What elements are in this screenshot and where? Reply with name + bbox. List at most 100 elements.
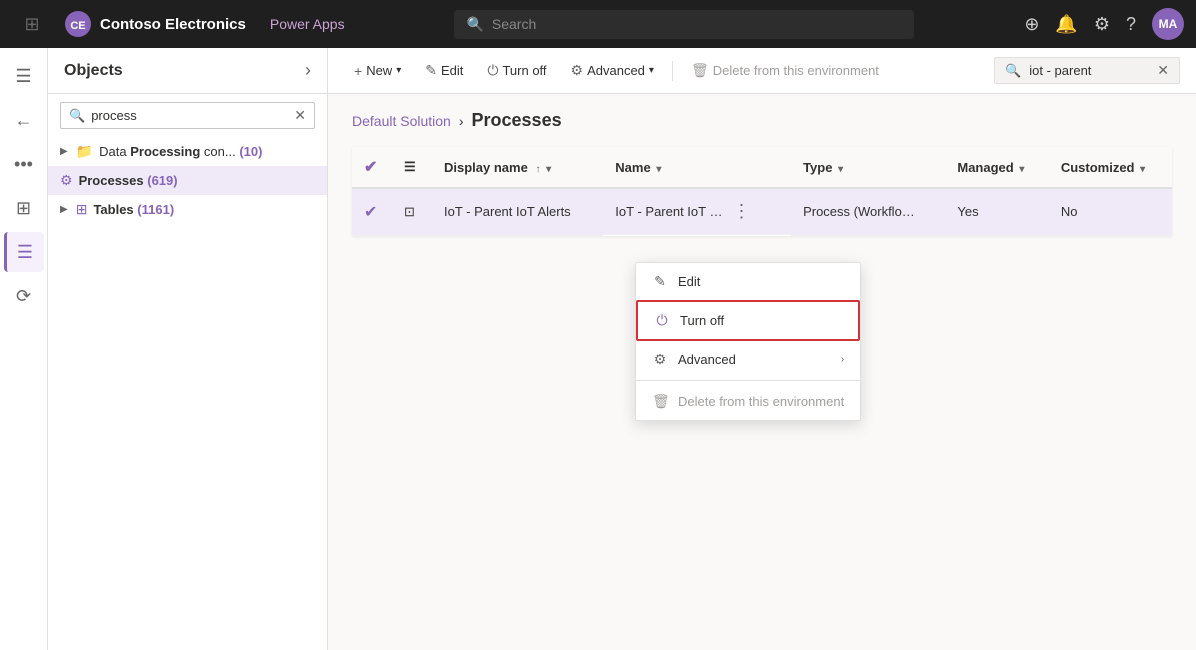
ctx-power-icon: ⏻ [654,312,670,329]
avatar[interactable]: MA [1152,8,1184,40]
dots-icon[interactable]: ••• [4,144,44,184]
environments-icon[interactable]: ⊕ [1024,14,1039,35]
new-dropdown-arrow: ▾ [396,65,401,76]
breadcrumb-separator: › [459,113,464,129]
tree-item-processes[interactable]: ⚙ Processes (619) [48,166,327,195]
global-search[interactable]: 🔍 [454,10,914,39]
new-button[interactable]: + New ▾ [344,57,411,85]
list-icon[interactable]: ☰ [4,232,44,272]
display-name-value: IoT - Parent IoT Alerts [444,204,571,219]
managed-label: Managed [957,160,1013,175]
search-box-icon: 🔍 [69,108,85,124]
table-icon: ⊞ [76,201,88,218]
turnoff-button[interactable]: ⏻ Turn off [477,56,556,85]
ctx-advanced-icon: ⚙ [652,351,668,368]
search-clear-button[interactable]: ✕ [294,107,306,124]
cmd-search-right[interactable]: 🔍 ✕ [994,57,1180,84]
row-type-icon: ⊡ [392,188,432,235]
table-header-row: ✔ ☰ Display name ↑ ▾ Name ▾ [352,147,1172,188]
power-icon: ⏻ [487,62,498,79]
logo: CE Contoso Electronics [64,10,246,38]
ctx-delete-icon: 🗑 [652,393,668,410]
advanced-icon: ⚙ [571,62,584,79]
data-table: ✔ ☰ Display name ↑ ▾ Name ▾ [352,147,1172,236]
ctx-item-advanced[interactable]: ⚙ Advanced › [636,341,860,378]
process-row-icon: ⊡ [404,204,415,219]
delete-button[interactable]: 🗑 Delete from this environment [681,56,889,85]
edit-button[interactable]: ✎ Edit [415,56,473,85]
page-icon[interactable]: ⊞ [4,188,44,228]
cmd-search-close[interactable]: ✕ [1157,62,1169,79]
tree-item-processes-label: Processes (619) [79,173,178,188]
settings-icon[interactable]: ⚙ [1094,14,1110,35]
tree-item-label: Data Processing con... (10) [99,144,262,159]
context-menu: ✎ Edit ⏻ Turn off ⚙ Advanced › 🗑 Delete … [635,262,861,421]
notifications-icon[interactable]: 🔔 [1055,14,1077,35]
app-name: Power Apps [270,16,345,32]
advanced-dropdown-arrow: ▾ [649,65,654,76]
objects-search-box[interactable]: 🔍 ✕ [60,102,315,129]
name-value: IoT - Parent IoT … [615,204,722,219]
delete-label: Delete from this environment [713,63,879,78]
edit-label: Edit [441,63,463,78]
folder-icon: 📁 [76,143,93,160]
name-label: Name [615,160,650,175]
customized-label: Customized [1061,160,1135,175]
objects-close-button[interactable]: › [305,60,311,81]
ctx-turnoff-label: Turn off [680,313,724,328]
managed-dropdown-icon[interactable]: ▾ [1019,164,1024,175]
cmd-search-input[interactable] [1029,63,1149,78]
edit-icon: ✎ [425,62,437,79]
ctx-item-edit[interactable]: ✎ Edit [636,263,860,300]
display-name-dropdown-icon[interactable]: ▾ [546,164,551,175]
collapse-icon[interactable]: ☰ [4,56,44,96]
row-display-name: IoT - Parent IoT Alerts [432,188,603,235]
col-header-name[interactable]: Name ▾ [603,147,791,188]
ctx-delete-label: Delete from this environment [678,394,844,409]
col-header-icon: ☰ [392,147,432,188]
list-view-icon[interactable]: ☰ [404,159,416,174]
tree-item-data-processing[interactable]: ▶ 📁 Data Processing con... (10) [48,137,327,166]
grid-menu-icon[interactable]: ⊞ [12,4,52,44]
row-check-icon: ✔ [364,204,377,221]
check-all-icon[interactable]: ✔ [364,159,377,176]
col-header-customized[interactable]: Customized ▾ [1049,147,1172,188]
advanced-label: Advanced [587,63,645,78]
objects-header: Objects › [48,48,327,94]
objects-search-input[interactable] [91,108,288,123]
ctx-item-turnoff[interactable]: ⏻ Turn off [636,300,860,341]
nav-right-icons: ⊕ 🔔 ⚙ ? MA [1024,8,1184,40]
history-icon[interactable]: ⟳ [4,276,44,316]
col-header-display-name[interactable]: Display name ↑ ▾ [432,147,603,188]
help-icon[interactable]: ? [1126,14,1136,35]
command-bar: + New ▾ ✎ Edit ⏻ Turn off ⚙ Advanced ▾ 🗑… [328,48,1196,94]
icon-sidebar: ☰ ← ••• ⊞ ☰ ⟳ [0,48,48,650]
advanced-button[interactable]: ⚙ Advanced ▾ [561,56,664,85]
row-type: Process (Workflo… [791,188,945,235]
breadcrumb-parent[interactable]: Default Solution [352,113,451,129]
row-more-button[interactable]: ⋮ [726,199,756,224]
ctx-item-delete[interactable]: 🗑 Delete from this environment [636,383,860,420]
row-customized: No [1049,188,1172,235]
col-header-check: ✔ [352,147,392,188]
objects-title: Objects [64,62,123,80]
tree-item-tables-label: Tables (1161) [93,202,174,217]
svg-text:CE: CE [70,20,85,32]
back-icon[interactable]: ← [4,100,44,140]
col-header-managed[interactable]: Managed ▾ [945,147,1048,188]
display-name-label: Display name [444,160,528,175]
top-nav: ⊞ CE Contoso Electronics Power Apps 🔍 ⊕ … [0,0,1196,48]
row-check[interactable]: ✔ [352,188,392,235]
row-managed: Yes [945,188,1048,235]
search-input[interactable] [492,16,903,32]
name-dropdown-icon[interactable]: ▾ [656,164,661,175]
table-row[interactable]: ✔ ⊡ IoT - Parent IoT Alerts IoT - Parent… [352,188,1172,235]
breadcrumb: Default Solution › Processes [352,110,1172,131]
turnoff-label: Turn off [502,63,546,78]
customized-dropdown-icon[interactable]: ▾ [1140,164,1145,175]
col-header-type[interactable]: Type ▾ [791,147,945,188]
tree-item-tables[interactable]: ▶ ⊞ Tables (1161) [48,195,327,224]
type-dropdown-icon[interactable]: ▾ [838,164,843,175]
ctx-advanced-arrow: › [841,354,844,365]
row-more-actions: IoT - Parent IoT … ⋮ [603,189,791,235]
